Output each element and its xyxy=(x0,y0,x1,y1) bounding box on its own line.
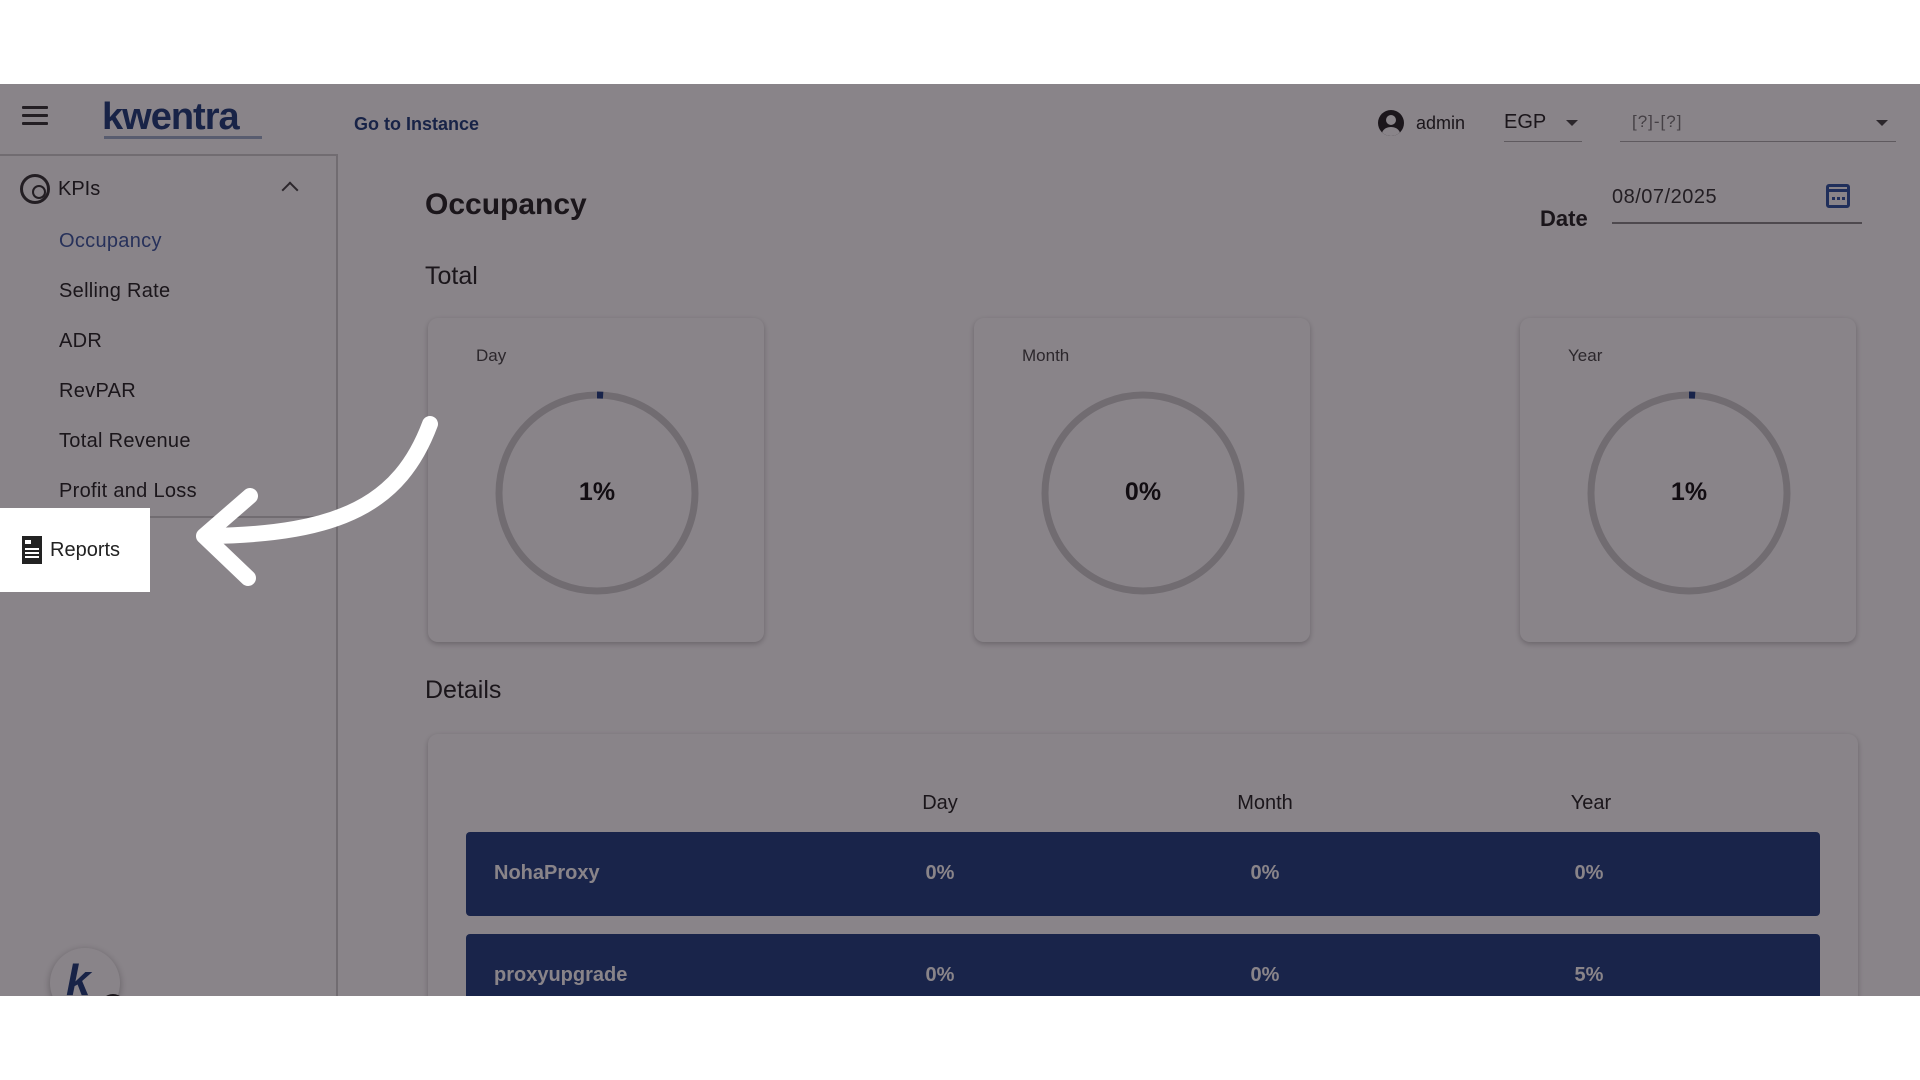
gauge: 1% xyxy=(1586,390,1792,596)
gauge-value: 0% xyxy=(1124,478,1162,506)
gauge: 0% xyxy=(1040,390,1246,596)
table-row[interactable]: NohaProxy 0% 0% 0% xyxy=(466,832,1820,916)
helper-widget[interactable]: k 3 xyxy=(50,948,126,996)
currency-value: EGP xyxy=(1504,111,1547,133)
sidebar-item-occupancy[interactable]: Occupancy xyxy=(59,230,162,253)
sidebar-item-adr[interactable]: ADR xyxy=(59,330,102,353)
details-heading: Details xyxy=(425,676,502,704)
chevron-up-icon[interactable] xyxy=(281,181,299,199)
notification-badge: 3 xyxy=(100,994,126,996)
sidebar-item-selling-rate[interactable]: Selling Rate xyxy=(59,280,170,303)
k-logo-icon: k xyxy=(66,956,91,996)
gauge: 1% xyxy=(494,390,700,596)
account-icon xyxy=(1378,110,1404,136)
gauge-value: 1% xyxy=(578,478,616,506)
date-label: Date xyxy=(1540,206,1588,231)
card-label: Year xyxy=(1568,346,1603,365)
sidebar-group-label: KPIs xyxy=(58,177,101,200)
cell-year: 5% xyxy=(1574,964,1604,986)
cell-month: 0% xyxy=(1250,964,1280,986)
user-menu[interactable]: admin xyxy=(1378,110,1465,136)
speedometer-icon xyxy=(20,174,50,204)
top-bar: kwentra Go to Instance admin EGP [?]-[?] xyxy=(0,84,1920,154)
kpi-card-year: Year 1% xyxy=(1520,318,1856,642)
column-header-day: Day xyxy=(922,792,958,814)
cell-year: 0% xyxy=(1574,862,1604,884)
cell-month: 0% xyxy=(1250,862,1280,884)
row-name: proxyupgrade xyxy=(494,964,628,986)
column-header-year: Year xyxy=(1570,792,1612,814)
app-window: kwentra Go to Instance admin EGP [?]-[?]… xyxy=(0,84,1920,996)
card-label: Month xyxy=(1022,346,1070,365)
property-value: [?]-[?] xyxy=(1632,112,1683,131)
row-name: NohaProxy xyxy=(494,862,600,884)
calendar-icon[interactable] xyxy=(1826,184,1850,208)
report-icon xyxy=(22,536,42,564)
total-heading: Total xyxy=(425,262,478,290)
user-name: admin xyxy=(1416,112,1466,133)
card-label: Day xyxy=(476,346,507,365)
page-title: Occupancy xyxy=(425,188,587,221)
gauge-value: 1% xyxy=(1670,478,1708,506)
sidebar-group-kpis[interactable]: KPIs xyxy=(20,174,100,204)
arrow-shaft xyxy=(202,416,438,544)
property-select[interactable]: [?]-[?] xyxy=(1620,102,1896,142)
kpi-card-day: Day 1% xyxy=(428,318,764,642)
sidebar-item-profit-and-loss[interactable]: Profit and Loss xyxy=(59,480,197,503)
sidebar-item-total-revenue[interactable]: Total Revenue xyxy=(59,430,191,453)
kwentra-logo[interactable]: kwentra xyxy=(102,96,240,139)
date-picker[interactable]: 08/07/2025 xyxy=(1612,178,1862,224)
pointer-arrow xyxy=(196,416,438,586)
sidebar-item-label: Reports xyxy=(50,538,121,561)
main-content: Occupancy Date 08/07/2025 Total Day 1% M… xyxy=(340,154,1920,996)
kpi-card-month: Month 0% xyxy=(974,318,1310,642)
cell-day: 0% xyxy=(925,964,955,986)
sidebar-item-reports[interactable]: Reports xyxy=(0,508,150,592)
currency-select[interactable]: EGP xyxy=(1504,102,1582,142)
menu-icon[interactable] xyxy=(22,106,48,126)
cell-day: 0% xyxy=(925,862,955,884)
sidebar-item-revpar[interactable]: RevPAR xyxy=(59,380,136,403)
go-to-instance-link[interactable]: Go to Instance xyxy=(354,114,479,135)
details-table: Day Month Year NohaProxy 0% 0% 0% proxyu… xyxy=(428,734,1858,996)
logo-tagline xyxy=(104,136,262,139)
date-value: 08/07/2025 xyxy=(1612,186,1718,208)
column-header-month: Month xyxy=(1237,792,1293,814)
chevron-down-icon xyxy=(1876,120,1888,126)
chevron-down-icon xyxy=(1566,120,1578,126)
table-row[interactable]: proxyupgrade 0% 0% 5% xyxy=(466,934,1820,996)
